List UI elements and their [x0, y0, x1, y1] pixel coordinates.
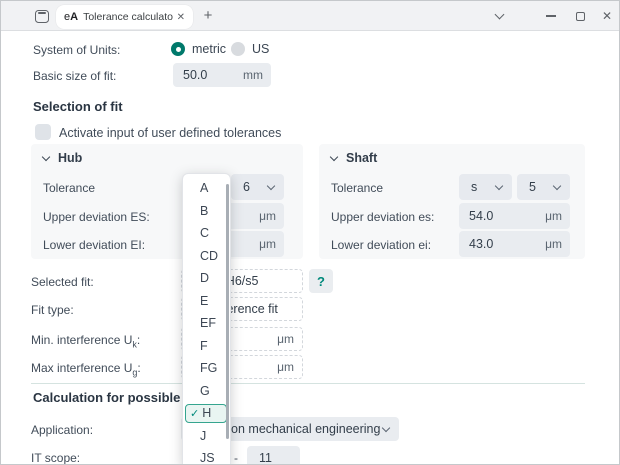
dropdown-item-selected[interactable]: ✓ H: [185, 404, 227, 424]
shaft-panel-header[interactable]: Shaft: [331, 151, 377, 165]
user-defined-tolerances-label: Activate input of user defined tolerance…: [59, 126, 281, 140]
tolerance-letter-dropdown: A B C CD D E EF F FG G ✓ H J JS: [182, 173, 231, 465]
max-interference-unit: μm: [277, 360, 302, 374]
collapse-chevron-icon: [330, 152, 338, 160]
shaft-grade-value: 5: [517, 180, 536, 194]
application-label: Application:: [31, 423, 93, 437]
chevron-down-icon: [382, 424, 390, 432]
hub-lower-deviation-label: Lower deviation EI:: [43, 238, 145, 252]
it-scope-to-input[interactable]: 11: [247, 446, 300, 465]
min-interference-label: Min. interference Uk:: [31, 333, 140, 349]
window-close-icon[interactable]: ✕: [599, 1, 615, 31]
maximize-button[interactable]: [572, 1, 588, 31]
dropdown-item[interactable]: G: [183, 380, 230, 403]
dropdown-item[interactable]: C: [183, 222, 230, 245]
dropdown-scrollbar[interactable]: [226, 184, 229, 439]
radio-us-label: US: [252, 42, 269, 56]
shaft-lower-deviation-unit: μm: [545, 237, 570, 251]
units-label: System of Units:: [33, 43, 120, 57]
tab-title: Tolerance calculator: [83, 11, 173, 23]
hub-tolerance-grade-select[interactable]: 6: [231, 174, 284, 200]
dropdown-item[interactable]: B: [183, 200, 230, 223]
hub-upper-deviation-label: Upper deviation ES:: [43, 210, 150, 224]
dropdown-item[interactable]: FG: [183, 357, 230, 380]
shaft-upper-deviation-value: 54.0: [459, 209, 493, 223]
user-defined-tolerances-checkbox[interactable]: [35, 124, 51, 140]
max-interference-label: Max interference Ug:: [31, 361, 141, 377]
hub-lower-deviation-unit: μm: [259, 237, 284, 251]
app-logo: eA: [64, 11, 78, 23]
shaft-lower-deviation-value: 43.0: [459, 237, 493, 251]
section-divider: [31, 383, 585, 384]
radio-metric[interactable]: metric: [171, 42, 226, 56]
new-tab-button[interactable]: +: [200, 8, 216, 24]
shaft-upper-deviation-unit: μm: [545, 209, 570, 223]
check-icon: ✓: [190, 407, 199, 420]
tab-close-icon[interactable]: ✕: [177, 12, 185, 23]
shaft-lower-deviation-label: Lower deviation ei:: [331, 238, 431, 252]
radio-selected-icon: [171, 42, 185, 56]
chevron-down-icon: [553, 182, 561, 190]
dropdown-item[interactable]: F: [183, 335, 230, 358]
shaft-panel-title: Shaft: [346, 151, 377, 165]
title-bar: eA Tolerance calculator ✕ + ✕: [1, 1, 619, 31]
shaft-tolerance-label: Tolerance: [331, 181, 383, 195]
radio-unselected-icon: [231, 42, 245, 56]
calculation-header: Calculation for possible fits: [33, 390, 203, 405]
dropdown-item[interactable]: D: [183, 267, 230, 290]
basic-size-label: Basic size of fit:: [33, 69, 116, 83]
shaft-tolerance-letter-select[interactable]: s: [459, 174, 512, 200]
tab-overview-icon[interactable]: [35, 10, 49, 23]
hub-panel-header[interactable]: Hub: [43, 151, 82, 165]
shaft-letter-value: s: [459, 180, 477, 194]
chevron-down-icon: [267, 182, 275, 190]
shaft-upper-deviation-input[interactable]: 54.0 μm: [459, 203, 570, 229]
it-scope-to-value: 11: [247, 451, 272, 465]
dropdown-item[interactable]: JS: [183, 447, 230, 465]
basic-size-unit: mm: [243, 68, 271, 82]
min-interference-unit: μm: [277, 332, 302, 346]
app-window: eA Tolerance calculator ✕ + ✕ System of …: [0, 0, 620, 465]
hub-grade-value: 6: [231, 180, 250, 194]
hub-upper-deviation-unit: μm: [259, 209, 284, 223]
collapse-chevron-icon: [42, 152, 50, 160]
it-scope-separator: -: [234, 451, 238, 465]
it-scope-label: IT scope:: [31, 451, 80, 465]
hub-panel-title: Hub: [58, 151, 82, 165]
dropdown-item[interactable]: J: [183, 425, 230, 448]
dropdown-item[interactable]: A: [183, 177, 230, 200]
shaft-upper-deviation-label: Upper deviation es:: [331, 210, 434, 224]
chevron-down-icon: [495, 182, 503, 190]
app-tab[interactable]: eA Tolerance calculator ✕: [56, 5, 193, 29]
shaft-tolerance-grade-select[interactable]: 5: [517, 174, 570, 200]
window-menu-chevron-icon[interactable]: [491, 1, 507, 31]
radio-us[interactable]: US: [231, 42, 269, 56]
help-button[interactable]: ?: [309, 269, 333, 293]
hub-tolerance-label: Tolerance: [43, 181, 95, 195]
basic-size-value: 50.0: [173, 68, 207, 82]
minimize-button[interactable]: [543, 1, 559, 31]
dropdown-item[interactable]: EF: [183, 312, 230, 335]
dropdown-item[interactable]: CD: [183, 245, 230, 268]
dropdown-item[interactable]: E: [183, 290, 230, 313]
shaft-lower-deviation-input[interactable]: 43.0 μm: [459, 231, 570, 257]
selection-of-fit-header: Selection of fit: [33, 99, 123, 114]
radio-metric-label: metric: [192, 42, 226, 56]
selected-fit-label: Selected fit:: [31, 275, 94, 289]
fit-type-label: Fit type:: [31, 303, 74, 317]
basic-size-input[interactable]: 50.0 mm: [173, 63, 271, 87]
